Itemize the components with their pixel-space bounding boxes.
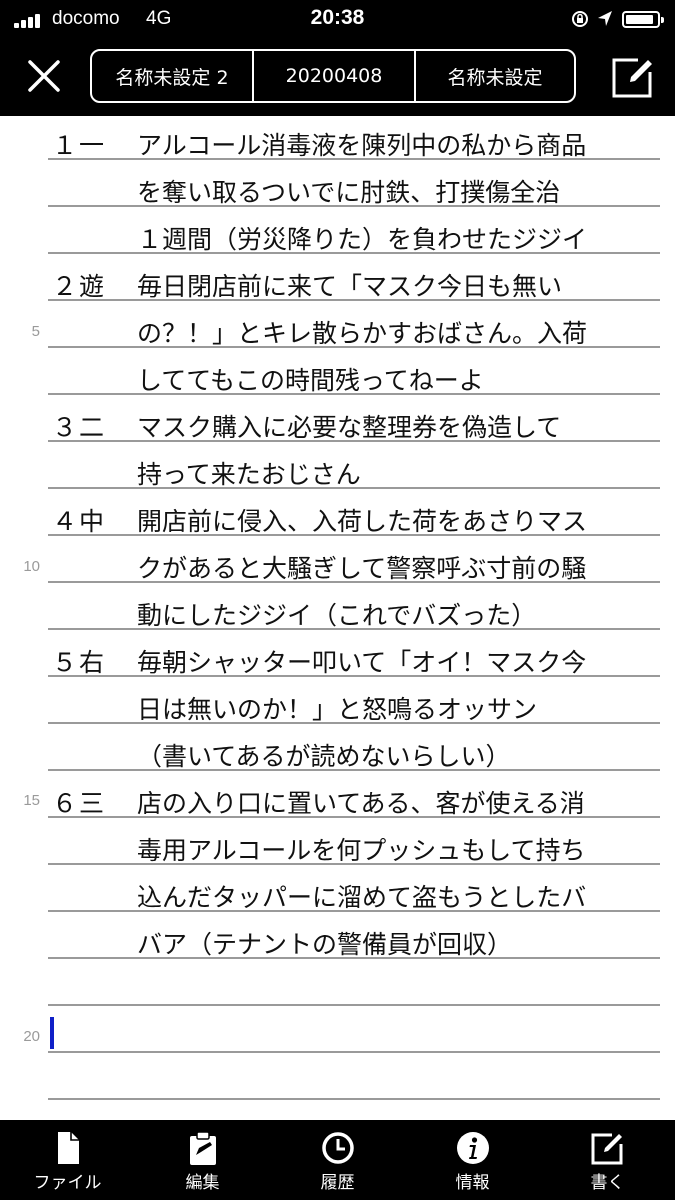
document-segment-control: 名称未設定 2 20200408 名称未設定 — [90, 49, 576, 103]
entry-line: 毎朝シャッター叩いて「オイ！マスク今 — [137, 648, 587, 677]
status-bar: docomo 4G 20:38 — [0, 0, 675, 38]
document-area[interactable]: 5 10 15 20 １一 アルコール消毒液を陳列中の私から商品 を奪い取るつい… — [0, 116, 675, 1120]
tab-label: 履歴 — [320, 1173, 355, 1193]
segment-date[interactable]: 20200408 — [252, 51, 414, 101]
tab-label: ファイル — [33, 1173, 102, 1193]
line-number: 20 — [23, 1028, 40, 1045]
line-number: 15 — [23, 792, 40, 809]
tab-history[interactable]: 履歴 — [270, 1120, 405, 1200]
battery-level — [626, 15, 653, 24]
entry-line: 日は無いのか！」と怒鳴るオッサン — [137, 695, 538, 724]
text-cursor — [50, 1017, 54, 1049]
file-icon — [57, 1132, 79, 1164]
tab-file[interactable]: ファイル — [0, 1120, 135, 1200]
batting-position: ５右 — [52, 648, 107, 677]
batting-position: ４中 — [52, 507, 107, 536]
tab-info[interactable]: 情報 — [405, 1120, 540, 1200]
entry-line: しててもこの時間残ってねーよ — [137, 366, 484, 395]
entry-line: 動にしたジジイ（これでバズった） — [137, 601, 537, 630]
battery-icon — [622, 11, 664, 28]
rotation-lock-icon — [572, 11, 588, 27]
entry-line: 開店前に侵入、入荷した荷をあさりマス — [137, 507, 588, 536]
line-number: 5 — [31, 323, 40, 340]
segment-title[interactable]: 名称未設定 2 — [92, 51, 252, 101]
entry-line: バア（テナントの警備員が回収） — [137, 930, 513, 959]
entry-line: アルコール消毒液を陳列中の私から商品 — [137, 131, 587, 160]
entry-line: 持って来たおじさん — [137, 460, 361, 489]
rule-line — [48, 1098, 660, 1100]
line-number: 10 — [23, 558, 40, 575]
close-icon[interactable] — [20, 52, 68, 100]
tab-label: 編集 — [185, 1173, 220, 1193]
location-icon — [598, 11, 612, 26]
entry-line: 毎日閉店前に来て「マスク今日も無い — [137, 272, 563, 301]
entry-line: マスク購入に必要な整理券を偽造して — [137, 413, 562, 442]
entry-line: （書いてあるが読めないらしい） — [137, 742, 511, 771]
batting-position: ３二 — [52, 413, 107, 442]
clock-icon — [321, 1132, 354, 1164]
batting-position: ６三 — [52, 789, 107, 818]
entry-line: １週間（労災降りた）を負わせたジジイ — [137, 225, 588, 254]
compose-icon — [591, 1133, 622, 1165]
tab-label: 書く — [590, 1173, 625, 1193]
tab-bar: ファイル 編集 履歴 情報 書く — [0, 1120, 675, 1200]
entry-line: の？！」とキレ散らかすおばさん。入荷 — [137, 319, 588, 348]
tab-write[interactable]: 書く — [540, 1120, 675, 1200]
tab-edit[interactable]: 編集 — [135, 1120, 270, 1200]
rule-line — [48, 1051, 660, 1053]
clipboard-icon — [189, 1131, 216, 1165]
rule-line — [48, 1004, 660, 1006]
entry-line: 毒用アルコールを何プッシュもして持ち — [137, 836, 586, 865]
entry-line: 込んだタッパーに溜めて盗もうとしたバ — [137, 883, 587, 912]
entry-line: 店の入り口に置いてある、客が使える消 — [137, 789, 585, 818]
top-bar: 名称未設定 2 20200408 名称未設定 — [0, 38, 675, 116]
info-icon — [456, 1132, 489, 1164]
tab-label: 情報 — [455, 1173, 490, 1193]
entry-line: クがあると大騒ぎして警察呼ぶ寸前の騒 — [137, 554, 587, 583]
entry-line: を奪い取るついでに肘鉄、打撲傷全治 — [137, 178, 561, 207]
compose-icon[interactable] — [610, 54, 656, 100]
segment-name[interactable]: 名称未設定 — [414, 51, 574, 101]
batting-position: １一 — [52, 131, 107, 160]
batting-position: ２遊 — [52, 272, 107, 301]
